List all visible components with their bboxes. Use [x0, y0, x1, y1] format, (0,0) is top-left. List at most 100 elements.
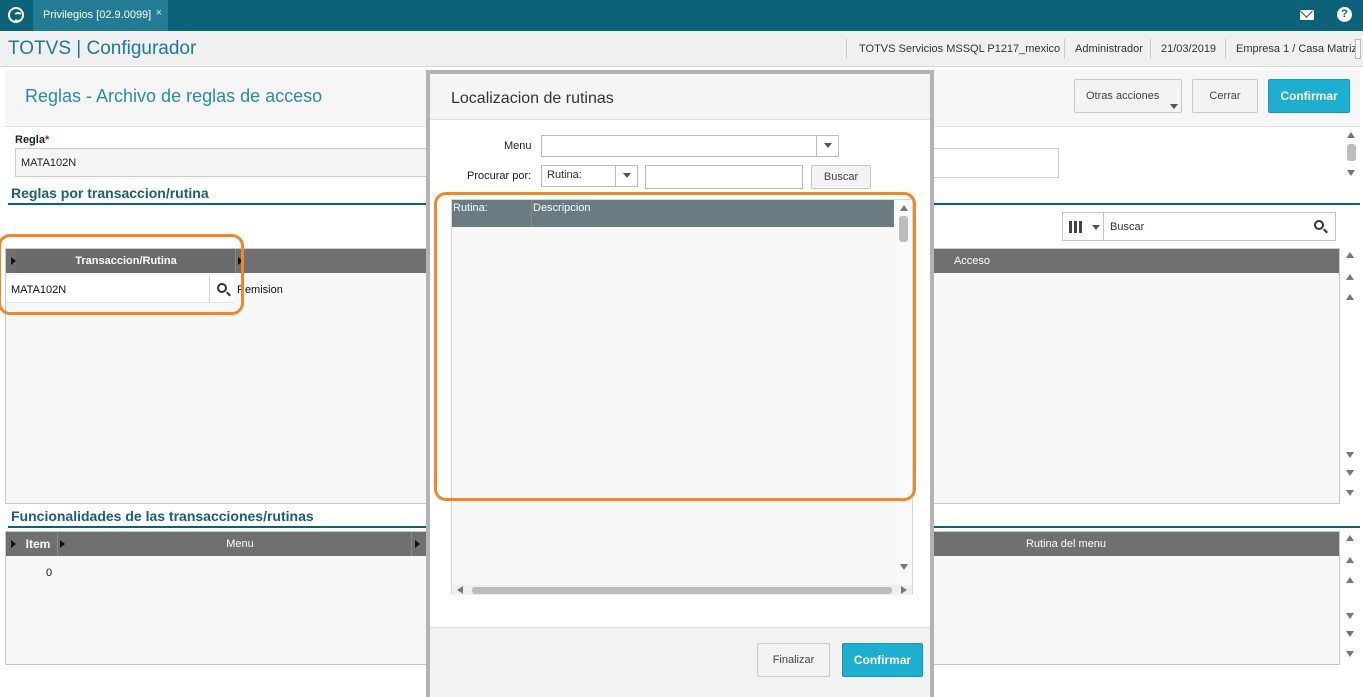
scroll-up-icon[interactable] [1346, 294, 1354, 300]
scroll-thumb[interactable] [1347, 144, 1356, 161]
section-divider [8, 203, 428, 205]
tab-privilegios[interactable]: Privilegios [02.9.0099] × [33, 0, 168, 31]
column-header-menu[interactable]: Menu [66, 532, 414, 556]
search-by-value: Rutina: [547, 169, 582, 181]
other-actions-button[interactable]: Otras acciones [1074, 79, 1182, 113]
routines-grid: Rutina: Descripcion [451, 199, 913, 595]
menu-dropdown-toggle[interactable] [816, 136, 838, 156]
top-bar: Privilegios [02.9.0099] × ? [0, 0, 1363, 31]
rules-search-input[interactable]: Buscar [1110, 221, 1144, 233]
required-mark: * [44, 134, 50, 146]
chevron-down-icon [824, 143, 832, 148]
rules-search-box: Buscar [1062, 212, 1336, 241]
rule-label: Regla* [15, 134, 49, 146]
column-header-routine[interactable]: Rutina: [452, 200, 531, 227]
column-divider [531, 200, 532, 227]
totvs-logo-icon [8, 7, 24, 23]
menu-label: Menu [504, 140, 532, 152]
chevron-down-icon [1170, 104, 1178, 109]
routine-search-input[interactable] [645, 165, 803, 189]
column-divider [57, 532, 58, 556]
column-header-routine[interactable]: Transaccion/Rutina [16, 249, 236, 273]
column-arrow-icon[interactable] [60, 540, 65, 548]
dialog-title: Localizacion de rutinas [451, 90, 614, 107]
scroll-down-icon[interactable] [1347, 170, 1355, 176]
cell-divider [209, 275, 210, 303]
column-arrow-icon[interactable] [415, 540, 420, 548]
mail-icon[interactable] [1300, 10, 1314, 20]
dialog-footer: Finalizar Confirmar [430, 627, 930, 697]
lookup-icon[interactable] [217, 283, 227, 293]
rules-section-title: Reglas por transaccion/rutina [11, 185, 209, 201]
scroll-top-icon[interactable] [1346, 252, 1354, 258]
column-header-item[interactable]: Item [18, 532, 58, 556]
header-divider [1225, 39, 1226, 59]
other-actions-label: Otras acciones [1086, 90, 1160, 102]
header-scroll-handle [1355, 39, 1361, 59]
help-icon[interactable]: ? [1337, 7, 1352, 22]
functions-grid-scrollbar[interactable] [1342, 531, 1358, 665]
section-divider [932, 203, 1360, 205]
scroll-down-icon[interactable] [1346, 470, 1354, 476]
scroll-left-icon[interactable] [457, 586, 463, 594]
routines-grid-header: Rutina: Descripcion [452, 200, 894, 227]
app-header: TOTVS | Configurador TOTVS Servicios MSS… [0, 31, 1363, 67]
scroll-thumb[interactable] [472, 587, 892, 594]
header-divider [1064, 39, 1065, 59]
company-label: Empresa 1 / Casa Matriz [1236, 43, 1358, 55]
search-by-label: Procurar por: [467, 170, 532, 182]
search-by-select[interactable]: Rutina: [541, 165, 638, 187]
scroll-down-icon[interactable] [1346, 452, 1354, 458]
header-divider [1150, 39, 1151, 59]
app-title: TOTVS | Configurador [8, 38, 197, 59]
column-header-menu-routine[interactable]: Rutina del menu [946, 532, 1186, 556]
search-by-dropdown-toggle[interactable] [615, 166, 637, 186]
chevron-down-icon[interactable] [1092, 225, 1100, 230]
routines-grid-hscroll[interactable] [452, 585, 912, 595]
column-arrow-icon[interactable] [11, 540, 16, 548]
dialog-header: Localizacion de rutinas [430, 74, 930, 120]
scroll-down-icon[interactable] [1346, 631, 1354, 637]
header-divider [846, 39, 847, 59]
scroll-down-icon[interactable] [1346, 613, 1354, 619]
scroll-bottom-icon[interactable] [1346, 651, 1354, 657]
table-row[interactable]: MATA102N [6, 275, 234, 303]
scroll-up-icon[interactable] [900, 205, 908, 211]
scroll-up-icon[interactable] [1347, 132, 1355, 138]
dialog-confirm-button[interactable]: Confirmar [842, 643, 923, 677]
rules-grid-scrollbar[interactable] [1342, 248, 1358, 504]
scroll-up-icon[interactable] [1346, 557, 1354, 563]
routine-cell[interactable]: MATA102N [11, 284, 66, 296]
tab-close-icon[interactable]: × [156, 7, 162, 19]
menu-select[interactable] [541, 135, 839, 157]
column-divider [411, 532, 412, 556]
search-button[interactable]: Buscar [811, 165, 871, 189]
column-arrow-icon[interactable] [238, 257, 243, 265]
scroll-up-icon[interactable] [1346, 577, 1354, 583]
search-icon[interactable] [1314, 220, 1324, 230]
rule-label-text: Regla [15, 134, 45, 146]
column-divider [235, 249, 236, 273]
routines-grid-vscroll[interactable] [896, 200, 912, 585]
section-divider [932, 526, 1360, 528]
columns-icon[interactable] [1069, 221, 1083, 233]
tab-label: Privilegios [02.9.0099] [43, 9, 152, 21]
rule-description-input[interactable] [930, 148, 1059, 178]
scroll-thumb[interactable] [899, 216, 908, 242]
locate-routines-dialog: Localizacion de rutinas Menu Procurar po… [426, 70, 934, 697]
section-divider [8, 526, 428, 528]
date-label: 21/03/2019 [1161, 43, 1217, 55]
item-cell: 0 [46, 567, 53, 579]
scroll-bottom-icon[interactable] [1346, 490, 1354, 496]
description-cell: Remision [237, 284, 283, 296]
finish-button[interactable]: Finalizar [757, 643, 830, 677]
close-button[interactable]: Cerrar [1192, 79, 1258, 113]
confirm-button[interactable]: Confirmar [1268, 79, 1350, 113]
column-header-description[interactable]: Descripcion [533, 200, 590, 227]
scroll-down-icon[interactable] [900, 564, 908, 570]
scroll-right-icon[interactable] [901, 586, 907, 594]
scroll-top-icon[interactable] [1346, 535, 1354, 541]
form-scrollbar[interactable] [1343, 128, 1359, 180]
rule-input[interactable]: MATA102N [15, 148, 435, 177]
scroll-up-icon[interactable] [1346, 274, 1354, 280]
